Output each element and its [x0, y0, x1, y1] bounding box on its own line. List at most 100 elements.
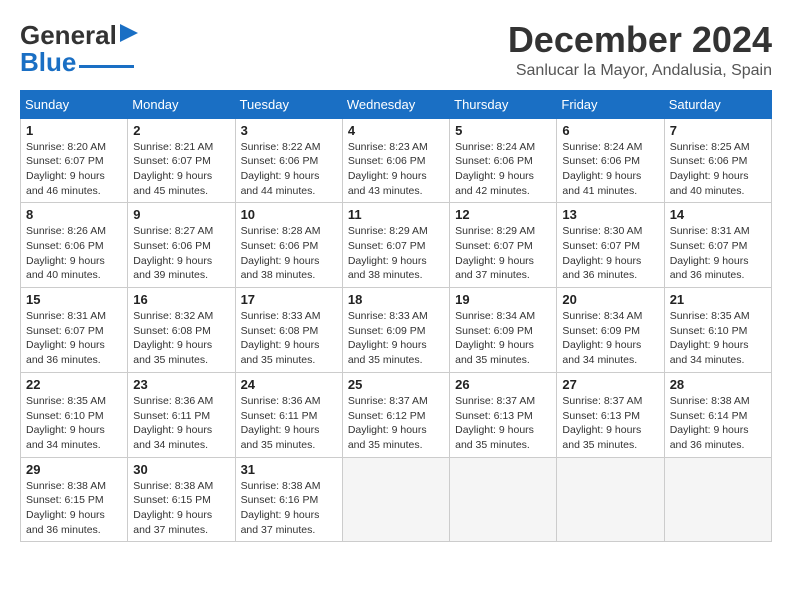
- calendar-cell: 11Sunrise: 8:29 AMSunset: 6:07 PMDayligh…: [342, 203, 449, 288]
- logo-arrow-icon: [120, 24, 138, 47]
- day-info: Sunrise: 8:38 AMSunset: 6:16 PMDaylight:…: [241, 479, 337, 538]
- calendar-cell: 28 Sunrise: 8:38 AMSunset: 6:14 PMDayligh…: [664, 372, 771, 457]
- day-number: 7: [670, 123, 766, 138]
- day-info: Sunrise: 8:31 AMSunset: 6:07 PMDaylight:…: [670, 224, 766, 283]
- calendar-cell: 31 Sunrise: 8:38 AMSunset: 6:16 PMDayligh…: [235, 457, 342, 542]
- page-header: General Blue December 2024 Sanlucar la M…: [20, 20, 772, 80]
- day-info: Sunrise: 8:26 AMSunset: 6:06 PMDaylight:…: [26, 224, 122, 283]
- title-section: December 2024 Sanlucar la Mayor, Andalus…: [508, 20, 772, 80]
- weekday-header-friday: Friday: [557, 90, 664, 118]
- weekday-header-tuesday: Tuesday: [235, 90, 342, 118]
- calendar-cell: 23Sunrise: 8:36 AMSunset: 6:11 PMDayligh…: [128, 372, 235, 457]
- calendar-cell: 9Sunrise: 8:27 AMSunset: 6:06 PMDaylight…: [128, 203, 235, 288]
- day-info: Sunrise: 8:37 AMSunset: 6:13 PMDaylight:…: [455, 394, 551, 453]
- calendar-cell: 19 Sunrise: 8:34 AMSunset: 6:09 PMDayligh…: [450, 288, 557, 373]
- day-info: Sunrise: 8:27 AMSunset: 6:06 PMDaylight:…: [133, 224, 229, 283]
- calendar-cell: 30Sunrise: 8:38 AMSunset: 6:15 PMDayligh…: [128, 457, 235, 542]
- day-info: Sunrise: 8:33 AMSunset: 6:09 PMDaylight:…: [348, 309, 444, 368]
- day-number: 29: [26, 462, 122, 477]
- calendar-cell: [342, 457, 449, 542]
- day-number: 4: [348, 123, 444, 138]
- logo-underline: [79, 65, 134, 68]
- day-info: Sunrise: 8:28 AMSunset: 6:06 PMDaylight:…: [241, 224, 337, 283]
- day-number: 28: [670, 377, 766, 392]
- day-number: 13: [562, 207, 658, 222]
- day-info: Sunrise: 8:32 AMSunset: 6:08 PMDaylight:…: [133, 309, 229, 368]
- weekday-header-sunday: Sunday: [21, 90, 128, 118]
- day-number: 30: [133, 462, 229, 477]
- day-number: 15: [26, 292, 122, 307]
- calendar-cell: [557, 457, 664, 542]
- day-info: Sunrise: 8:20 AMSunset: 6:07 PMDaylight:…: [26, 140, 122, 199]
- day-info: Sunrise: 8:35 AMSunset: 6:10 PMDaylight:…: [26, 394, 122, 453]
- day-info: Sunrise: 8:24 AMSunset: 6:06 PMDaylight:…: [562, 140, 658, 199]
- day-number: 27: [562, 377, 658, 392]
- calendar-cell: 29 Sunrise: 8:38 AMSunset: 6:15 PMDayligh…: [21, 457, 128, 542]
- calendar-cell: 2 Sunrise: 8:21 AMSunset: 6:07 PMDaylight…: [128, 118, 235, 203]
- logo-text-blue: Blue: [20, 47, 76, 78]
- calendar-cell: [450, 457, 557, 542]
- calendar-cell: 17 Sunrise: 8:33 AMSunset: 6:08 PMDayligh…: [235, 288, 342, 373]
- day-number: 12: [455, 207, 551, 222]
- calendar-cell: 10 Sunrise: 8:28 AMSunset: 6:06 PMDayligh…: [235, 203, 342, 288]
- calendar-cell: 26 Sunrise: 8:37 AMSunset: 6:13 PMDayligh…: [450, 372, 557, 457]
- calendar-table: SundayMondayTuesdayWednesdayThursdayFrid…: [20, 90, 772, 543]
- calendar-cell: 24Sunrise: 8:36 AMSunset: 6:11 PMDayligh…: [235, 372, 342, 457]
- calendar-week-1: 1 Sunrise: 8:20 AMSunset: 6:07 PMDaylight…: [21, 118, 772, 203]
- day-info: Sunrise: 8:34 AMSunset: 6:09 PMDaylight:…: [455, 309, 551, 368]
- calendar-cell: 22Sunrise: 8:35 AMSunset: 6:10 PMDayligh…: [21, 372, 128, 457]
- calendar-cell: 27 Sunrise: 8:37 AMSunset: 6:13 PMDayligh…: [557, 372, 664, 457]
- calendar-cell: [664, 457, 771, 542]
- day-number: 25: [348, 377, 444, 392]
- day-number: 1: [26, 123, 122, 138]
- calendar-cell: 5 Sunrise: 8:24 AMSunset: 6:06 PMDaylight…: [450, 118, 557, 203]
- day-info: Sunrise: 8:38 AMSunset: 6:15 PMDaylight:…: [26, 479, 122, 538]
- day-number: 17: [241, 292, 337, 307]
- weekday-header-thursday: Thursday: [450, 90, 557, 118]
- weekday-header-monday: Monday: [128, 90, 235, 118]
- day-info: Sunrise: 8:21 AMSunset: 6:07 PMDaylight:…: [133, 140, 229, 199]
- day-info: Sunrise: 8:29 AMSunset: 6:07 PMDaylight:…: [455, 224, 551, 283]
- calendar-week-4: 22Sunrise: 8:35 AMSunset: 6:10 PMDayligh…: [21, 372, 772, 457]
- day-number: 10: [241, 207, 337, 222]
- day-number: 8: [26, 207, 122, 222]
- calendar-cell: 18 Sunrise: 8:33 AMSunset: 6:09 PMDayligh…: [342, 288, 449, 373]
- day-info: Sunrise: 8:37 AMSunset: 6:13 PMDaylight:…: [562, 394, 658, 453]
- calendar-cell: 13Sunrise: 8:30 AMSunset: 6:07 PMDayligh…: [557, 203, 664, 288]
- day-number: 5: [455, 123, 551, 138]
- calendar-cell: 4Sunrise: 8:23 AMSunset: 6:06 PMDaylight…: [342, 118, 449, 203]
- calendar-header-row: SundayMondayTuesdayWednesdayThursdayFrid…: [21, 90, 772, 118]
- calendar-week-3: 15 Sunrise: 8:31 AMSunset: 6:07 PMDayligh…: [21, 288, 772, 373]
- logo: General Blue: [20, 20, 138, 78]
- calendar-cell: 14Sunrise: 8:31 AMSunset: 6:07 PMDayligh…: [664, 203, 771, 288]
- weekday-header-wednesday: Wednesday: [342, 90, 449, 118]
- day-number: 2: [133, 123, 229, 138]
- day-info: Sunrise: 8:22 AMSunset: 6:06 PMDaylight:…: [241, 140, 337, 199]
- calendar-cell: 20 Sunrise: 8:34 AMSunset: 6:09 PMDayligh…: [557, 288, 664, 373]
- day-info: Sunrise: 8:33 AMSunset: 6:08 PMDaylight:…: [241, 309, 337, 368]
- day-info: Sunrise: 8:38 AMSunset: 6:14 PMDaylight:…: [670, 394, 766, 453]
- calendar-week-2: 8 Sunrise: 8:26 AMSunset: 6:06 PMDaylight…: [21, 203, 772, 288]
- day-info: Sunrise: 8:24 AMSunset: 6:06 PMDaylight:…: [455, 140, 551, 199]
- day-info: Sunrise: 8:31 AMSunset: 6:07 PMDaylight:…: [26, 309, 122, 368]
- day-number: 31: [241, 462, 337, 477]
- day-info: Sunrise: 8:35 AMSunset: 6:10 PMDaylight:…: [670, 309, 766, 368]
- calendar-cell: 25 Sunrise: 8:37 AMSunset: 6:12 PMDayligh…: [342, 372, 449, 457]
- calendar-cell: 6Sunrise: 8:24 AMSunset: 6:06 PMDaylight…: [557, 118, 664, 203]
- location-subtitle: Sanlucar la Mayor, Andalusia, Spain: [508, 62, 772, 80]
- day-number: 19: [455, 292, 551, 307]
- weekday-header-saturday: Saturday: [664, 90, 771, 118]
- day-info: Sunrise: 8:34 AMSunset: 6:09 PMDaylight:…: [562, 309, 658, 368]
- calendar-cell: 7Sunrise: 8:25 AMSunset: 6:06 PMDaylight…: [664, 118, 771, 203]
- day-number: 16: [133, 292, 229, 307]
- calendar-cell: 16 Sunrise: 8:32 AMSunset: 6:08 PMDayligh…: [128, 288, 235, 373]
- day-number: 26: [455, 377, 551, 392]
- day-number: 20: [562, 292, 658, 307]
- calendar-cell: 15 Sunrise: 8:31 AMSunset: 6:07 PMDayligh…: [21, 288, 128, 373]
- calendar-cell: 3Sunrise: 8:22 AMSunset: 6:06 PMDaylight…: [235, 118, 342, 203]
- day-info: Sunrise: 8:36 AMSunset: 6:11 PMDaylight:…: [241, 394, 337, 453]
- calendar-cell: 21Sunrise: 8:35 AMSunset: 6:10 PMDayligh…: [664, 288, 771, 373]
- day-info: Sunrise: 8:29 AMSunset: 6:07 PMDaylight:…: [348, 224, 444, 283]
- day-number: 18: [348, 292, 444, 307]
- day-info: Sunrise: 8:37 AMSunset: 6:12 PMDaylight:…: [348, 394, 444, 453]
